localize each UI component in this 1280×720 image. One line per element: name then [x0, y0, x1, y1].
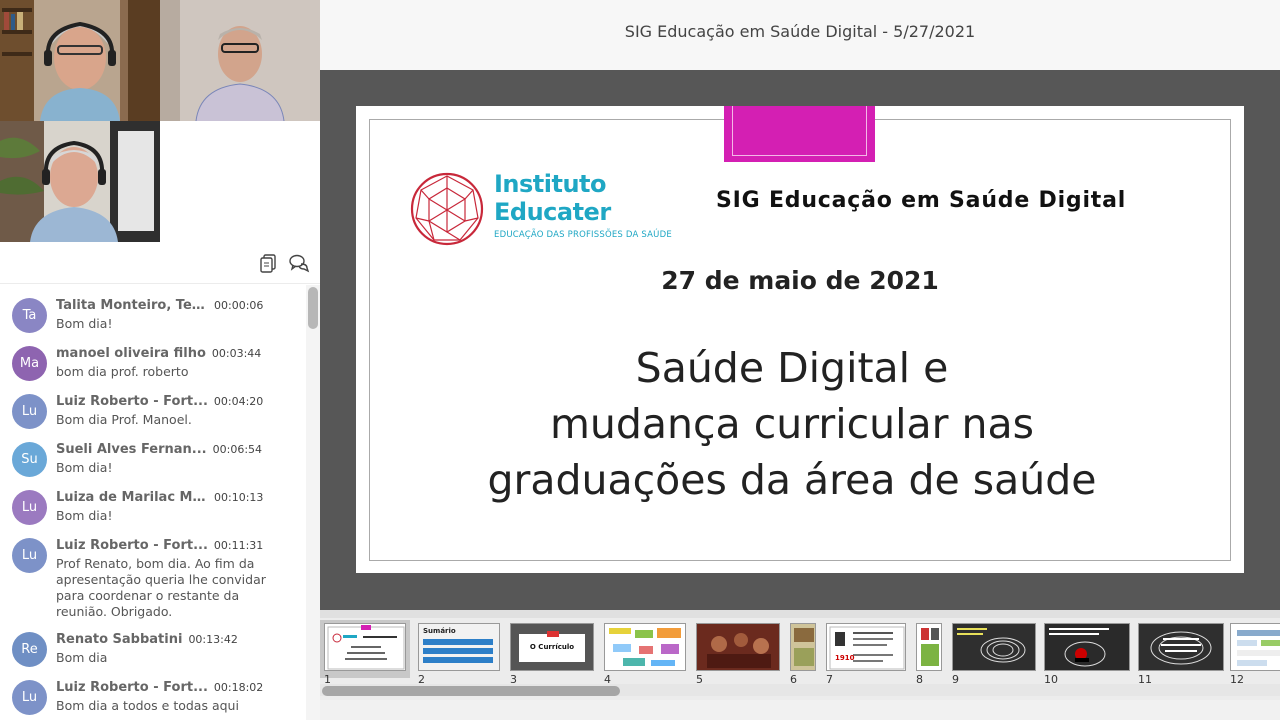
message-author: Sueli Alves Fernan... [56, 442, 207, 457]
message-text: Bom dia! [56, 316, 113, 331]
message-text: Prof Renato, bom dia. Ao fim da apresent… [56, 556, 266, 619]
message-author: Luiz Roberto - Fort... [56, 394, 208, 409]
message-author: Luiza de Marilac Meir... [56, 490, 208, 505]
message-time: 00:06:54 [212, 443, 263, 456]
slide-thumbnail-8[interactable]: 8 [912, 620, 944, 686]
avatar: Lu [12, 490, 47, 525]
chat-bubbles-icon[interactable] [288, 252, 310, 274]
avatar: Lu [12, 538, 47, 573]
thumbnail-caption: Sumário [423, 627, 456, 635]
logo-text-line2: Educater [494, 198, 611, 226]
slide-thumbnail-1[interactable]: 1 [320, 620, 410, 686]
institute-logo-icon [410, 172, 484, 246]
thumbnail-caption: O Currículo [529, 643, 575, 651]
thumbnail-image [1230, 623, 1280, 671]
thumbnail-image [1138, 623, 1224, 671]
slide-thumbnail-10[interactable]: 10 [1040, 620, 1132, 686]
message-text: Bom dia [56, 650, 108, 665]
logo-text-line1: Instituto [494, 170, 607, 198]
avatar: Lu [12, 680, 47, 715]
thumbnail-image: O Currículo [510, 623, 594, 671]
message-time: 00:04:20 [213, 395, 264, 408]
avatar: Ta [12, 298, 47, 333]
thumbnail-image: 1910 [826, 623, 906, 671]
slide-thumbnail-3[interactable]: O Currículo 3 [506, 620, 596, 686]
video-tile-participant-1[interactable] [0, 0, 160, 121]
message-text: Bom dia! [56, 508, 113, 523]
message-author: Luiz Roberto - Fort... [56, 680, 208, 695]
slide-thumbnail-4[interactable]: 4 [600, 620, 688, 686]
message-time: 00:10:13 [214, 491, 264, 504]
message-time: 00:18:02 [213, 681, 264, 694]
message-time: 00:00:06 [214, 299, 264, 312]
message-text: Bom dia Prof. Manoel. [56, 412, 192, 427]
chat-scrollbar-thumb[interactable] [308, 287, 318, 329]
message-time: 00:13:42 [188, 633, 238, 646]
slide-thumbnail-9[interactable]: 9 [948, 620, 1038, 686]
message-text: Bom dia! [56, 460, 113, 475]
slide-thumbnail-5[interactable]: 5 [692, 620, 782, 686]
chat-message-list[interactable]: Ta Talita Monteiro, Teles... 00:00:06 Bom… [0, 285, 306, 720]
thumbnail-image: Sumário [418, 623, 500, 671]
slide-accent-tab [724, 106, 875, 162]
window-title: SIG Educação em Saúde Digital - 5/27/202… [624, 22, 976, 41]
slide-title-line: mudança curricular nas [549, 400, 1035, 448]
slide-thumbnail-2[interactable]: Sumário 2 [414, 620, 502, 686]
avatar: Lu [12, 394, 47, 429]
header: SIG Educação em Saúde Digital - 5/27/202… [320, 0, 1280, 70]
slide-thumbnail-12[interactable]: 12 [1226, 620, 1280, 686]
logo-subtitle: EDUCAÇÃO DAS PROFISSÕES DA SAÚDE [494, 230, 672, 240]
thumbnail-image [1044, 623, 1130, 671]
thumbnail-image [696, 623, 780, 671]
message-time: 00:03:44 [211, 347, 262, 360]
slide-heading: SIG Educação em Saúde Digital [716, 188, 1127, 213]
video-tile-participant-3[interactable] [0, 121, 160, 242]
slide-thumbnail-11[interactable]: 11 [1134, 620, 1226, 686]
presentation-stage: Instituto Educater EDUCAÇÃO DAS PROFISSÕ… [320, 70, 1280, 610]
filmstrip-scrollbar[interactable] [320, 684, 1280, 696]
message-text: Bom dia a todos e todas aqui [56, 698, 239, 713]
slide-title-line: graduações da área de saúde [487, 456, 1097, 504]
thumbnail-image [324, 623, 406, 671]
avatar: Su [12, 442, 47, 477]
thumbnail-image [916, 623, 942, 671]
message-author: Renato Sabbatini [56, 632, 183, 647]
message-author: manoel oliveira filho [56, 346, 206, 361]
avatar: Re [12, 632, 47, 667]
copy-icon[interactable] [258, 252, 280, 274]
slide-thumbnail-6[interactable]: 6 [786, 620, 818, 686]
slide-filmstrip: 1 Sumário 2 O Currículo 3 4 5 6 1910 7 8… [320, 610, 1280, 720]
current-slide: Instituto Educater EDUCAÇÃO DAS PROFISSÕ… [356, 106, 1244, 573]
thumbnail-image [952, 623, 1036, 671]
app-window: Ta Talita Monteiro, Teles... 00:00:06 Bom… [0, 0, 1280, 720]
filmstrip-scrollbar-thumb[interactable] [322, 686, 620, 696]
slide-date: 27 de maio de 2021 [661, 266, 939, 295]
message-author: Luiz Roberto - Fort... [56, 538, 208, 553]
slide-title: Saúde Digital e mudança curricular nas g… [356, 340, 1228, 508]
slide-title-line: Saúde Digital e [635, 344, 949, 392]
thumbnail-image [604, 623, 686, 671]
message-time: 00:11:31 [213, 539, 264, 552]
thumbnail-caption: 1910 [835, 654, 855, 662]
video-tile-participant-2[interactable] [160, 0, 320, 121]
left-panel: Ta Talita Monteiro, Teles... 00:00:06 Bom… [0, 0, 320, 720]
chat-toolbar [0, 242, 320, 284]
thumbnail-image [790, 623, 816, 671]
video-grid [0, 0, 320, 242]
slide-thumbnail-7[interactable]: 1910 7 [822, 620, 908, 686]
message-author: Talita Monteiro, Teles... [56, 298, 208, 313]
chat-scrollbar[interactable] [306, 285, 320, 720]
message-text: bom dia prof. roberto [56, 364, 189, 379]
avatar: Ma [12, 346, 47, 381]
